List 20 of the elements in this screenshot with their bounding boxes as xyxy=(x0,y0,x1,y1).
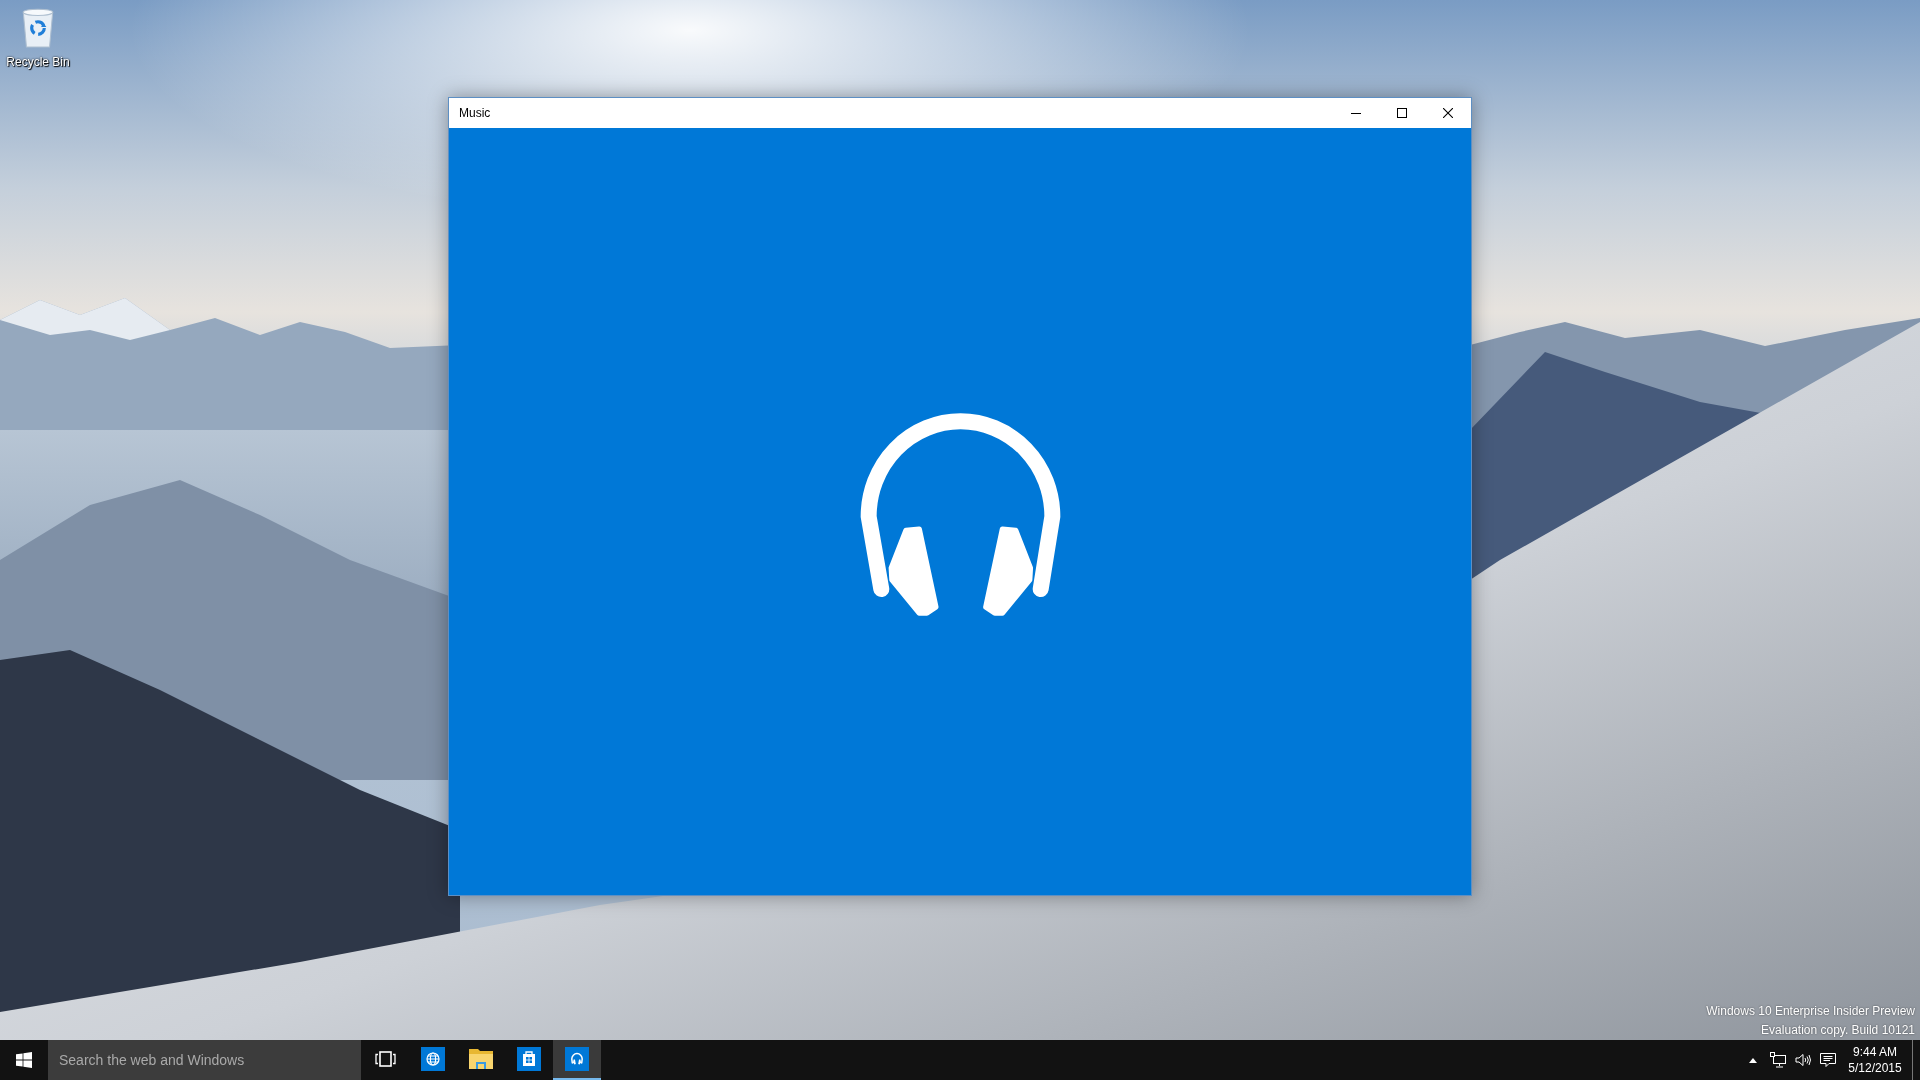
minimize-icon xyxy=(1351,112,1361,114)
maximize-icon xyxy=(1397,108,1407,118)
speaker-icon xyxy=(1794,1052,1811,1068)
windows-logo-icon xyxy=(16,1052,32,1068)
task-view-icon xyxy=(374,1051,396,1067)
caret-icon xyxy=(1748,1057,1757,1063)
headphones-icon xyxy=(859,413,1061,616)
build-notice-text: Evaluation copy. Build 10121 xyxy=(1761,1022,1915,1039)
folder-icon xyxy=(469,1047,493,1071)
message-icon xyxy=(1819,1052,1836,1068)
search-field[interactable]: Search the web and Windows xyxy=(48,1040,361,1080)
close-icon xyxy=(1443,108,1453,118)
globe-icon xyxy=(421,1047,445,1071)
headphones-icon xyxy=(565,1047,589,1071)
trash-can-icon[interactable] xyxy=(21,6,55,48)
edition-notice-text: Windows 10 Enterprise Insider Preview xyxy=(1706,1003,1915,1020)
taskbar-app-button[interactable] xyxy=(553,1040,601,1080)
shopping-bag-icon xyxy=(517,1047,541,1071)
window-title: Music xyxy=(459,106,491,120)
network-icon xyxy=(1769,1052,1786,1068)
